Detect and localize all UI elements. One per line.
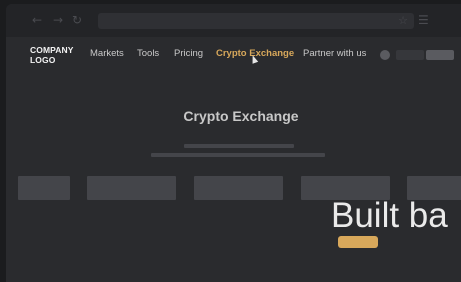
reload-icon[interactable]: ↻ xyxy=(70,13,84,27)
login-button-placeholder[interactable] xyxy=(396,50,424,60)
page-title: Crypto Exchange xyxy=(183,108,299,124)
card-placeholder[interactable] xyxy=(18,176,70,200)
browser-menu-icon[interactable]: ☰ xyxy=(418,13,429,27)
site-page: COMPANY LOGO Markets Tools Pricing Crypt… xyxy=(6,37,461,282)
card-placeholder[interactable] xyxy=(87,176,176,200)
hero-accent-text-fragment xyxy=(338,236,378,248)
subtitle-placeholder-line xyxy=(151,153,325,157)
nav-item-partner-with-us[interactable]: Partner with us xyxy=(303,48,366,60)
signup-button-placeholder[interactable] xyxy=(426,50,454,60)
nav-item-pricing[interactable]: Pricing xyxy=(174,48,203,60)
address-bar[interactable]: ☆ xyxy=(98,13,414,29)
nav-item-markets[interactable]: Markets xyxy=(90,48,124,60)
forward-icon[interactable]: → xyxy=(51,13,65,27)
back-icon[interactable]: ← xyxy=(30,13,44,27)
theme-toggle[interactable] xyxy=(380,50,390,60)
bookmark-star-icon[interactable]: ☆ xyxy=(398,14,408,28)
hero-heading: Built ba xyxy=(331,196,448,235)
browser-toolbar: ← → ↻ ☆ ☰ xyxy=(6,4,461,37)
browser-window: ← → ↻ ☆ ☰ COMPANY LOGO Markets Tools Pri… xyxy=(6,4,461,282)
site-header: COMPANY LOGO Markets Tools Pricing Crypt… xyxy=(6,37,461,73)
nav-item-tools[interactable]: Tools xyxy=(137,48,159,60)
card-placeholder[interactable] xyxy=(194,176,283,200)
subtitle-placeholder-line xyxy=(184,144,294,148)
company-logo[interactable]: COMPANY LOGO xyxy=(30,45,74,65)
